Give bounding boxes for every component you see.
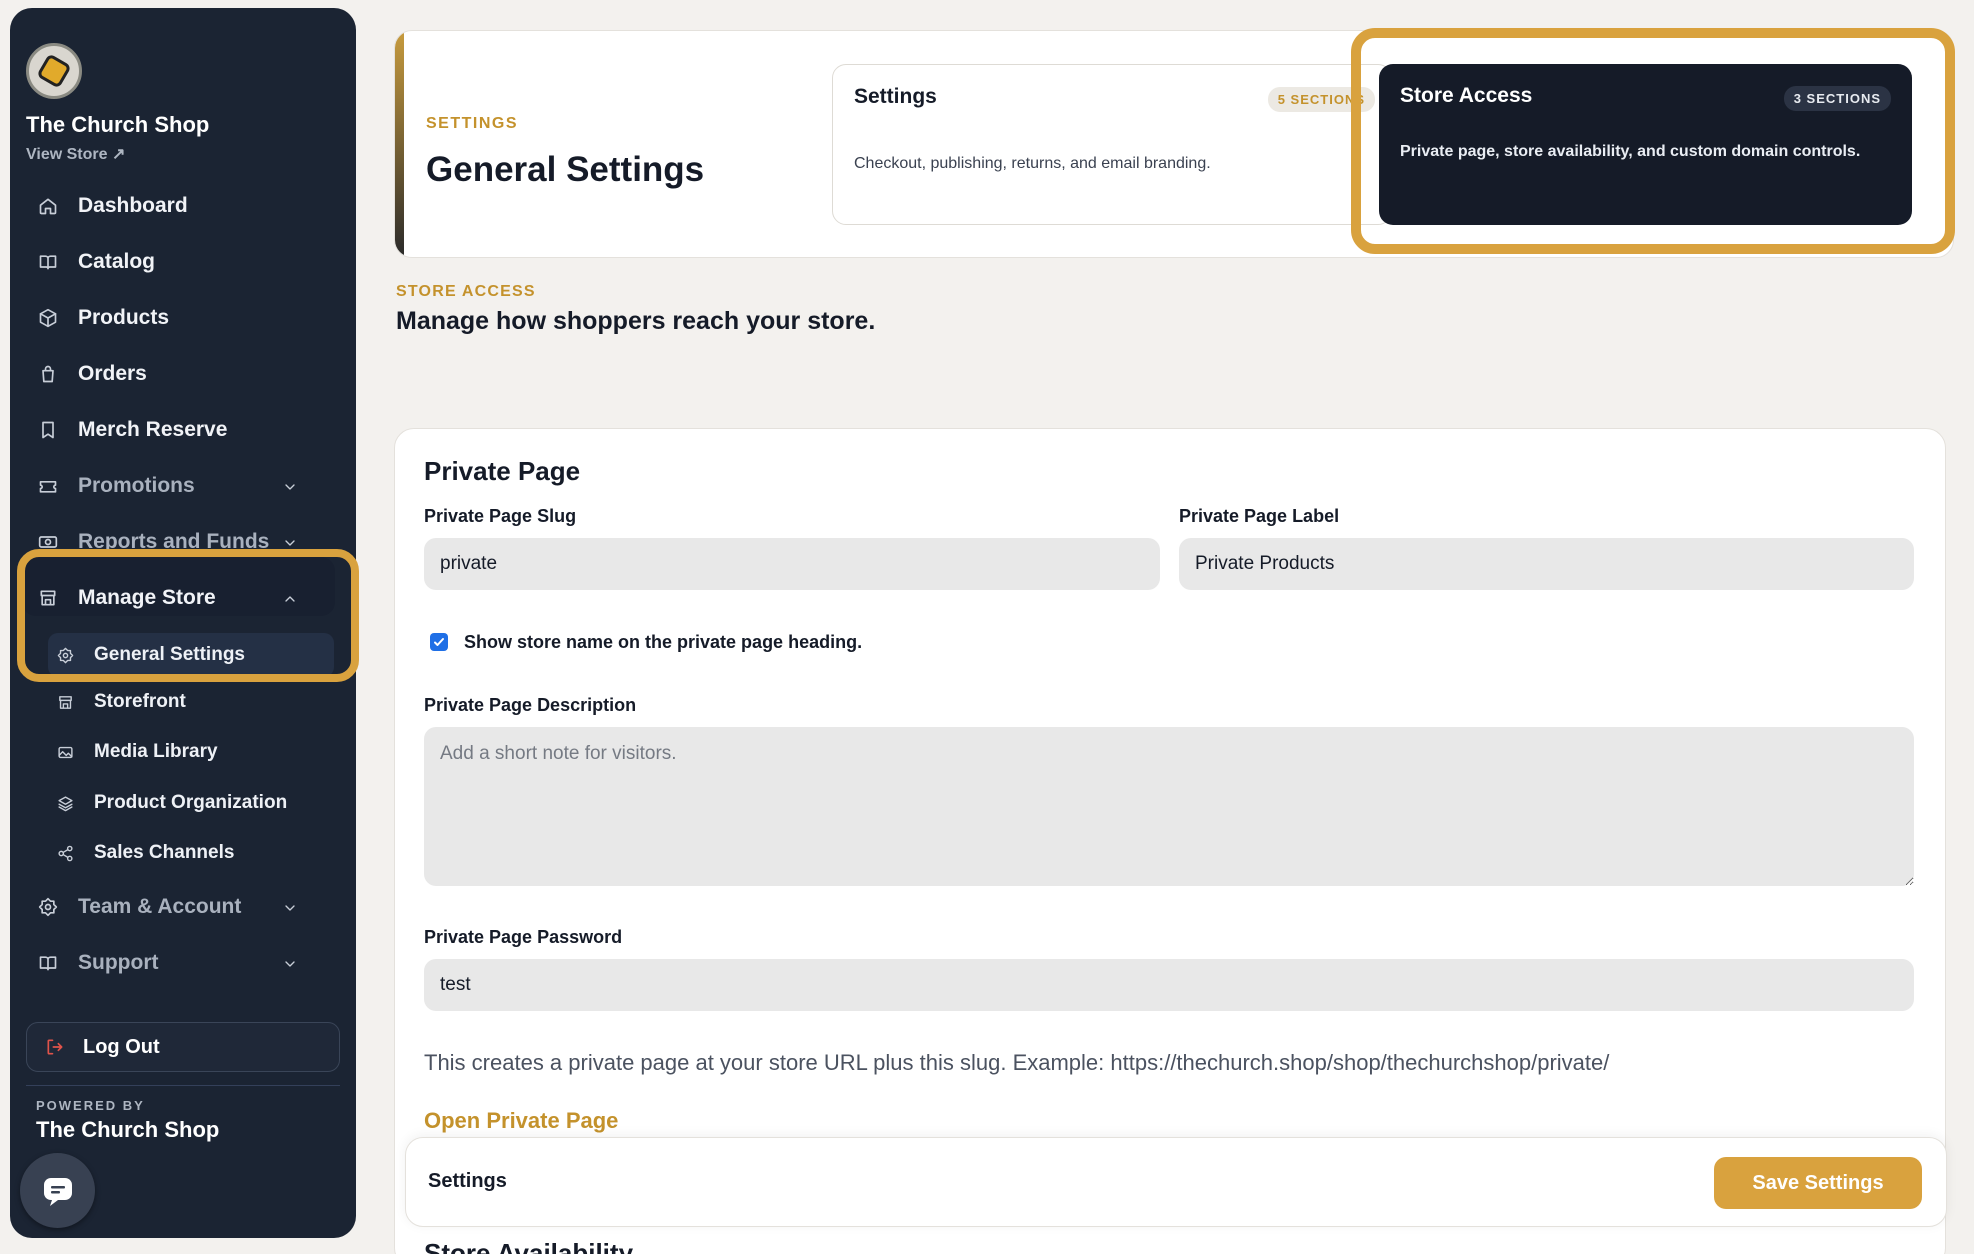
sidebar-item-label: Promotions	[78, 474, 195, 497]
box-icon	[36, 306, 60, 330]
sidebar-item-label: Reports and Funds	[78, 530, 270, 553]
brand-name: The Church Shop	[26, 112, 210, 137]
sidebar-item-dashboard[interactable]: Dashboard	[26, 183, 322, 229]
tab-store-access[interactable]: Store Access 3 SECTIONS Private page, st…	[1379, 64, 1912, 225]
sidebar-item-promotions[interactable]: Promotions	[26, 463, 322, 509]
sidebar-subitem-storefront[interactable]: Storefront	[48, 680, 334, 724]
sidebar-item-support[interactable]: Support	[26, 940, 322, 986]
view-store-link[interactable]: View Store ↗	[26, 144, 125, 164]
checkbox-label: Show store name on the private page head…	[464, 632, 863, 652]
sidebar-item-products[interactable]: Products	[26, 295, 322, 341]
page-title: General Settings	[426, 150, 705, 189]
logout-label: Log Out	[83, 1035, 160, 1058]
sections-badge: 3 SECTIONS	[1783, 86, 1891, 111]
logout-icon	[45, 1037, 65, 1057]
page-label-label: Private Page Label	[1179, 506, 1340, 526]
sidebar-item-label: Products	[78, 306, 170, 329]
sidebar-subitem-label: General Settings	[94, 644, 245, 665]
sidebar-item-label: Manage Store	[78, 586, 216, 609]
sidebar-item-manage-store[interactable]: Manage Store	[26, 575, 322, 621]
slug-label: Private Page Slug	[424, 506, 577, 526]
book-icon	[36, 951, 60, 975]
page-label-input[interactable]	[1179, 538, 1914, 590]
gear-icon	[54, 644, 76, 666]
help-text: This creates a private page at your stor…	[424, 1050, 1610, 1075]
save-bar-title: Settings	[428, 1170, 507, 1192]
ticket-icon	[36, 474, 60, 498]
chevron-down-icon[interactable]	[282, 477, 298, 501]
sidebar-subitem-label: Sales Channels	[94, 842, 235, 863]
section-title: Manage how shoppers reach your store.	[396, 307, 876, 335]
sidebar-subitem-product-organization[interactable]: Product Organization	[48, 781, 334, 825]
sidebar-item-orders[interactable]: Orders	[26, 351, 322, 397]
tab-settings[interactable]: Settings 5 SECTIONS Checkout, publishing…	[832, 64, 1392, 225]
powered-by-label: POWERED BY	[36, 1098, 145, 1113]
sidebar-subitem-label: Product Organization	[94, 792, 288, 813]
sidebar-subitem-sales-channels[interactable]: Sales Channels	[48, 831, 334, 875]
show-store-name-checkbox[interactable]	[430, 633, 448, 651]
check-icon	[434, 638, 444, 646]
tab-description: Checkout, publishing, returns, and email…	[854, 155, 1211, 172]
bookmark-icon	[36, 418, 60, 442]
description-textarea[interactable]	[424, 727, 1914, 886]
sidebar-item-label: Catalog	[78, 250, 156, 273]
brand-logo[interactable]	[26, 43, 82, 99]
next-section-title: Store Availability	[424, 1240, 633, 1254]
sidebar-subitem-label: Storefront	[94, 691, 186, 712]
sidebar-item-label: Support	[78, 951, 159, 974]
open-private-page-link[interactable]: Open Private Page	[424, 1108, 618, 1134]
sidebar-subitem-general-settings[interactable]: General Settings	[48, 633, 334, 677]
sidebar-divider	[26, 1085, 340, 1086]
tab-title: Settings	[854, 85, 937, 108]
image-icon	[54, 741, 76, 763]
powered-by-name: The Church Shop	[36, 1117, 220, 1142]
sidebar-subitem-label: Media Library	[94, 741, 218, 762]
page-eyebrow: SETTINGS	[426, 115, 519, 132]
sidebar-item-label: Team & Account	[78, 895, 242, 918]
sticky-save-bar: Settings Save Settings	[405, 1137, 1947, 1227]
sidebar-subitem-media-library[interactable]: Media Library	[48, 730, 334, 774]
slug-input[interactable]	[424, 538, 1160, 590]
share-icon	[54, 842, 76, 864]
chevron-down-icon[interactable]	[282, 533, 298, 557]
description-label: Private Page Description	[424, 695, 637, 715]
password-input[interactable]	[424, 959, 1914, 1011]
sidebar-item-label: Dashboard	[78, 194, 188, 217]
book-icon	[36, 250, 60, 274]
storefront-icon	[54, 691, 76, 713]
sections-badge: 5 SECTIONS	[1267, 87, 1375, 112]
sidebar-item-label: Orders	[78, 362, 147, 385]
store-icon	[36, 586, 60, 610]
sidebar-item-merch-reserve[interactable]: Merch Reserve	[26, 407, 322, 453]
logout-button[interactable]: Log Out	[26, 1022, 340, 1072]
tab-title: Store Access	[1400, 84, 1533, 107]
tab-description: Private page, store availability, and cu…	[1400, 143, 1861, 160]
money-icon	[36, 530, 60, 554]
home-icon	[36, 194, 60, 218]
chat-button[interactable]	[20, 1153, 95, 1228]
gear-icon	[36, 895, 60, 919]
chevron-down-icon[interactable]	[282, 954, 298, 978]
chat-icon	[43, 1177, 72, 1206]
layers-icon	[54, 792, 76, 814]
section-eyebrow: STORE ACCESS	[396, 283, 536, 300]
chevron-down-icon[interactable]	[282, 898, 298, 922]
password-label: Private Page Password	[424, 927, 623, 947]
sidebar-item-label: Merch Reserve	[78, 418, 228, 441]
bag-icon	[36, 362, 60, 386]
sidebar-item-team-account[interactable]: Team & Account	[26, 884, 322, 930]
chevron-up-icon[interactable]	[282, 589, 298, 613]
sidebar-item-catalog[interactable]: Catalog	[26, 239, 322, 285]
save-settings-button[interactable]: Save Settings	[1714, 1157, 1922, 1209]
card-title: Private Page	[424, 456, 581, 486]
